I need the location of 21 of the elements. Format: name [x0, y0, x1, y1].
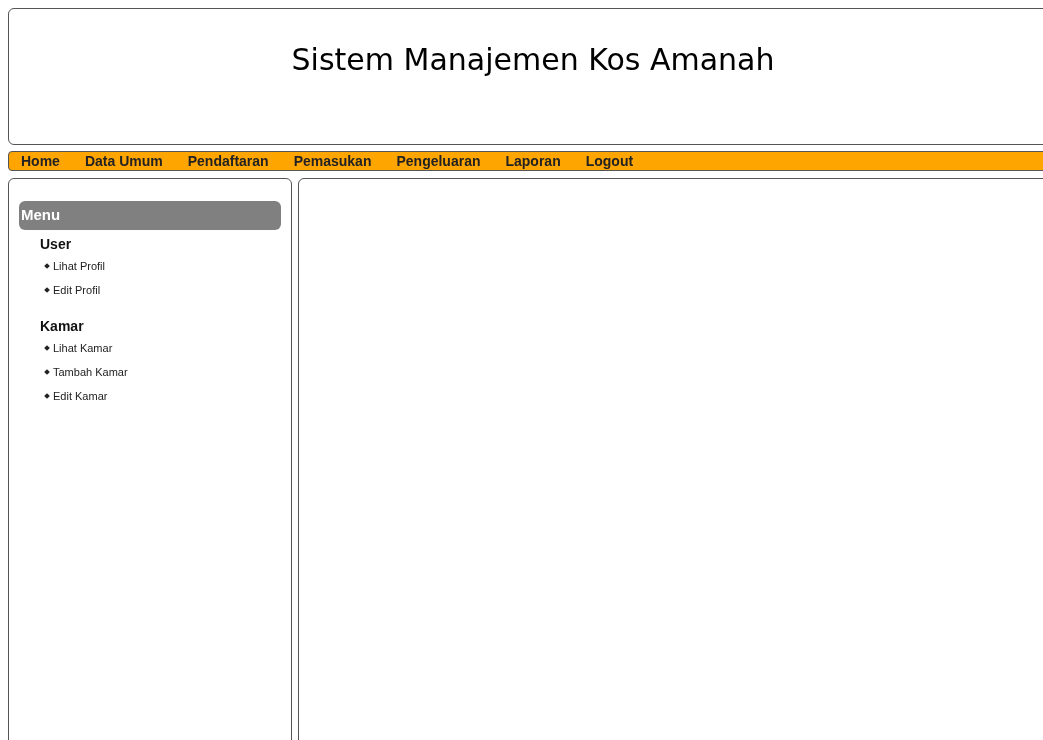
nav-link[interactable]: Pemasukan — [293, 154, 372, 168]
bullet-icon — [44, 287, 50, 293]
menu-link[interactable]: Lihat Kamar — [53, 339, 113, 357]
bullet-icon — [44, 345, 50, 351]
menu-link[interactable]: Lihat Profil — [53, 257, 105, 275]
menu-link[interactable]: Edit Profil — [53, 281, 101, 299]
bullet-icon — [44, 263, 50, 269]
bullet-icon — [44, 369, 50, 375]
page-title: Sistem Manajemen Kos Amanah — [291, 41, 775, 79]
bullet-icon — [44, 393, 50, 399]
nav-link[interactable]: Pendaftaran — [187, 154, 269, 168]
menu-link[interactable]: Edit Kamar — [53, 387, 108, 405]
nav-link[interactable]: Pengeluaran — [396, 154, 481, 168]
menu-group-label: Kamar — [40, 317, 84, 336]
nav-link[interactable]: Laporan — [505, 154, 561, 168]
menu-group-label: User — [40, 235, 72, 254]
nav-link[interactable]: Logout — [585, 154, 634, 168]
nav-link[interactable]: Home — [21, 154, 60, 168]
menu-link[interactable]: Tambah Kamar — [53, 363, 128, 381]
menu-heading: Menu — [19, 201, 281, 230]
nav-link[interactable]: Data Umum — [84, 154, 163, 168]
